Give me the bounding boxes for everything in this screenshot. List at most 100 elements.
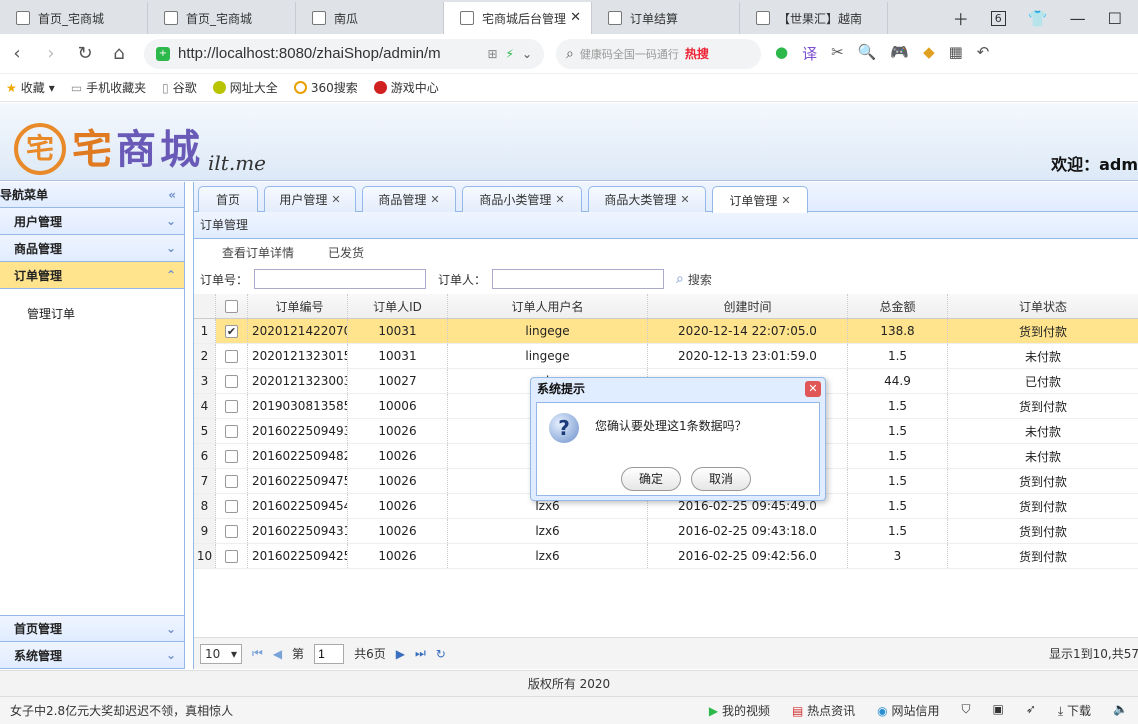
lightning-icon[interactable]: ⚡ <box>506 47 514 61</box>
scissors-icon[interactable]: ✂ <box>831 43 844 64</box>
shipped-button[interactable]: 已发货 <box>328 244 364 261</box>
col-create-time[interactable]: 创建时间 <box>648 294 848 318</box>
home-icon[interactable]: ⌂ <box>102 43 136 64</box>
sidebar-section-home[interactable]: 首页管理 ⌄ <box>0 615 184 642</box>
news-ticker[interactable]: 女子中2.8亿元大奖却迟迟不领，真相惊人 <box>10 702 233 719</box>
collapse-left-icon[interactable]: « <box>168 188 176 202</box>
sidebar-section-user[interactable]: 用户管理 ⌄ <box>0 208 184 235</box>
tab-order-manage[interactable]: 订单管理 ✕ <box>712 186 808 213</box>
close-icon[interactable]: ✕ <box>555 193 564 206</box>
tab-subcategory-manage[interactable]: 商品小类管理 ✕ <box>462 186 582 212</box>
refresh-icon[interactable]: ↻ <box>436 647 446 661</box>
checkbox[interactable] <box>225 349 238 363</box>
checkbox[interactable] <box>225 374 238 388</box>
tab-user-manage[interactable]: 用户管理 ✕ <box>264 186 356 212</box>
minimize-icon[interactable]: — <box>1070 9 1086 28</box>
browser-tab-1[interactable]: 首页_宅商城 <box>148 2 296 34</box>
gamepad-icon[interactable]: 🎮 <box>890 43 909 64</box>
chevron-up-icon[interactable]: ⌃ <box>166 268 176 282</box>
close-icon[interactable]: ✕ <box>680 193 689 206</box>
browser-tab-4[interactable]: 订单结算 <box>592 2 740 34</box>
checkbox[interactable] <box>225 474 238 488</box>
col-order-id[interactable]: 订单编号 <box>248 294 348 318</box>
next-page-icon[interactable]: ▶ <box>396 647 405 661</box>
row-checkbox[interactable] <box>216 344 248 368</box>
checkbox[interactable] <box>225 399 238 413</box>
row-checkbox[interactable] <box>216 394 248 418</box>
select-all-checkbox[interactable] <box>216 294 248 318</box>
last-page-icon[interactable]: ⏭ <box>415 646 426 661</box>
back-icon[interactable]: ‹ <box>0 43 34 64</box>
bookmark-360[interactable]: 360搜索 <box>293 79 358 96</box>
close-icon[interactable]: ✕ <box>781 194 790 207</box>
url-text[interactable]: http://localhost:8080/zhaiShop/admin/m <box>178 45 479 62</box>
close-icon[interactable]: ✕ <box>805 381 821 397</box>
row-checkbox[interactable] <box>216 544 248 568</box>
undo-icon[interactable]: ↶ <box>977 43 990 64</box>
chevron-down-icon[interactable]: ⌄ <box>522 47 532 61</box>
cancel-button[interactable]: 取消 <box>691 467 751 491</box>
chevron-down-icon[interactable]: ⌄ <box>166 622 176 636</box>
sidebar-section-goods[interactable]: 商品管理 ⌄ <box>0 235 184 262</box>
image-icon[interactable]: ▣ <box>992 702 1003 719</box>
row-checkbox[interactable] <box>216 469 248 493</box>
page-size-select[interactable]: 10 ▾ <box>200 643 242 664</box>
browser-tab-2[interactable]: 南瓜 <box>296 2 444 34</box>
download-button[interactable]: ⤓ 下载 <box>1058 702 1091 719</box>
tab-count-badge[interactable]: 6 <box>990 10 1006 26</box>
bookmark-favorites[interactable]: ★ 收藏 ▾ <box>6 79 55 96</box>
order-user-input[interactable] <box>492 269 665 289</box>
forward-icon[interactable]: › <box>34 43 68 64</box>
browser-tab-0[interactable]: 首页_宅商城 <box>0 2 148 34</box>
bookmark-google[interactable]: ▯ 谷歌 <box>162 79 197 96</box>
checkbox[interactable] <box>225 524 238 538</box>
page-number-input[interactable] <box>314 643 345 664</box>
table-row[interactable]: 2 2020121323015 10031 lingege 2020-12-13 23:… <box>194 344 1138 369</box>
site-credit-button[interactable]: ◉ 网站信用 <box>877 702 939 719</box>
rocket-icon[interactable]: ➶ <box>1026 702 1036 719</box>
bookmark-games[interactable]: 游戏中心 <box>373 79 439 96</box>
checkbox[interactable] <box>225 449 238 463</box>
browser-tab-3[interactable]: 宅商城后台管理 ✕ <box>444 2 592 34</box>
tab-goods-manage[interactable]: 商品管理 ✕ <box>362 186 456 212</box>
search-button[interactable]: ⌕ 搜索 <box>676 271 712 288</box>
maximize-icon[interactable]: ☐ <box>1108 9 1122 28</box>
row-checkbox[interactable] <box>216 494 248 518</box>
tab-home[interactable]: 首页 <box>198 186 258 212</box>
translate-icon[interactable]: 译 <box>802 43 817 64</box>
shield-icon[interactable]: ⛉ <box>961 702 970 719</box>
row-checkbox[interactable] <box>216 419 248 443</box>
url-field[interactable]: + http://localhost:8080/zhaiShop/admin/m… <box>144 38 544 69</box>
col-user-name[interactable]: 订单人用户名 <box>448 294 648 318</box>
my-video-button[interactable]: ▶ 我的视频 <box>709 702 770 719</box>
first-page-icon[interactable]: ⏮ <box>252 646 263 661</box>
hot-search-badge[interactable]: 热搜 <box>685 45 709 62</box>
checkbox[interactable]: ✔ <box>225 324 238 338</box>
tab-category-manage[interactable]: 商品大类管理 ✕ <box>588 186 706 212</box>
table-row[interactable]: 1 ✔ 2020121422070 10031 lingege 2020-12-14 22… <box>194 319 1138 344</box>
row-checkbox[interactable] <box>216 369 248 393</box>
shirt-icon[interactable]: 👕 <box>1028 9 1048 28</box>
close-icon[interactable]: ✕ <box>331 193 340 206</box>
sidebar-section-system[interactable]: 系统管理 ⌄ <box>0 642 184 669</box>
checkbox[interactable] <box>225 549 238 563</box>
bookmark-mobile[interactable]: ▭ 手机收藏夹 <box>71 79 146 96</box>
chevron-down-icon[interactable]: ⌄ <box>166 648 176 662</box>
prev-page-icon[interactable]: ◀ <box>273 647 282 661</box>
sidebar-item-manage-orders[interactable]: 管理订单 <box>27 305 184 325</box>
extension-icon[interactable]: ● <box>775 43 788 64</box>
confirm-button[interactable]: 确定 <box>621 467 681 491</box>
table-row[interactable]: 9 2016022509431 10026 lzx6 2016-02-25 09:43:… <box>194 519 1138 544</box>
checkbox[interactable] <box>225 424 238 438</box>
chevron-down-icon[interactable]: ⌄ <box>166 214 176 228</box>
close-icon[interactable]: ✕ <box>430 193 439 206</box>
col-status[interactable]: 订单状态 <box>948 294 1138 318</box>
order-no-input[interactable] <box>254 269 427 289</box>
row-checkbox[interactable] <box>216 444 248 468</box>
row-checkbox[interactable] <box>216 519 248 543</box>
chevron-down-icon[interactable]: ⌄ <box>166 241 176 255</box>
browser-tab-5[interactable]: 【世果汇】越南 <box>740 2 888 34</box>
col-user-id[interactable]: 订单人ID <box>348 294 448 318</box>
sound-icon[interactable]: 🔈 <box>1113 702 1128 719</box>
reload-icon[interactable]: ↻ <box>68 43 102 64</box>
